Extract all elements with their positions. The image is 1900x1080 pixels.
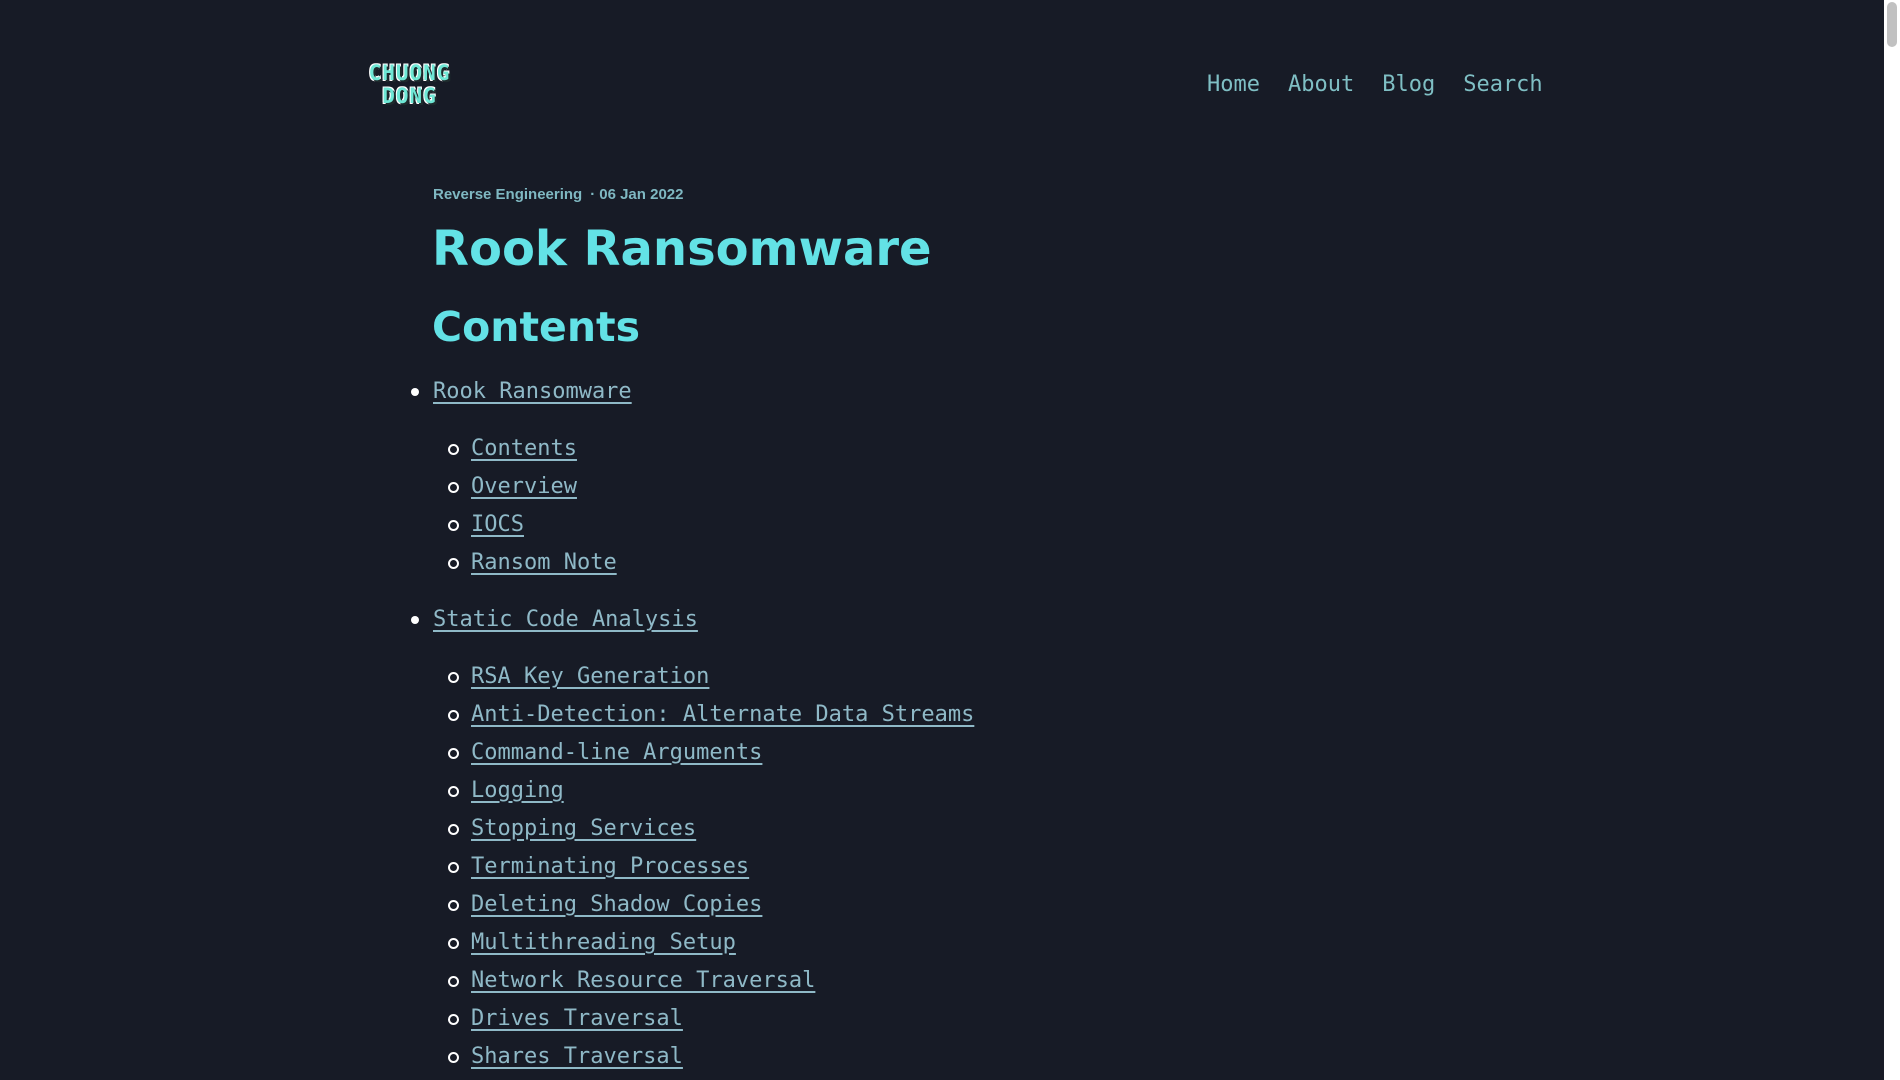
bullet-circle — [448, 824, 459, 835]
vertical-scrollbar[interactable] — [1884, 0, 1900, 1080]
toc-subsection-item: Logging — [448, 777, 564, 805]
meta-separator: · — [590, 186, 596, 203]
post-date: 06 Jan 2022 — [599, 186, 684, 203]
toc-link-drives-traversal[interactable]: Drives Traversal — [471, 1006, 683, 1031]
toc-link-logging[interactable]: Logging — [471, 778, 564, 803]
bullet-circle — [448, 938, 459, 949]
toc-subsection-item: Stopping Services — [448, 815, 696, 843]
toc-link-rsa-key-generation[interactable]: RSA Key Generation — [471, 664, 709, 689]
toc-subsection-item: Command-line Arguments — [448, 739, 762, 767]
bullet-circle — [448, 1014, 459, 1025]
post-meta: Reverse Engineering · 06 Jan 2022 — [433, 186, 683, 204]
toc-link-network-resource-traversal[interactable]: Network Resource Traversal — [471, 968, 815, 993]
bullet-circle — [448, 786, 459, 797]
bullet-circle — [448, 444, 459, 455]
toc-subsection-item: Shares Traversal — [448, 1043, 683, 1071]
toc-section-item: Static Code Analysis — [411, 606, 698, 634]
toc-subsection-item: IOCS — [448, 511, 524, 539]
toc-link-contents[interactable]: Contents — [471, 436, 577, 461]
bullet-circle — [448, 558, 459, 569]
bullet-circle — [448, 520, 459, 531]
nav-search-link[interactable]: Search — [1463, 71, 1542, 99]
bullet-circle — [448, 862, 459, 873]
post-title: Rook Ransomware — [432, 221, 932, 277]
nav-about-link[interactable]: About — [1288, 71, 1354, 99]
logo-line-1: CHUONG — [368, 61, 451, 85]
toc-subsection-item: RSA Key Generation — [448, 663, 709, 691]
toc-subsection-item: Ransom Note — [448, 549, 617, 577]
toc-link-terminating-processes[interactable]: Terminating Processes — [471, 854, 749, 879]
main-nav: Home About Blog Search — [1207, 71, 1543, 99]
site-logo[interactable]: CHUONG DONG — [351, 62, 468, 110]
scrollbar-thumb[interactable] — [1887, 2, 1897, 47]
toc-subsection-item: Drives Traversal — [448, 1005, 683, 1033]
contents-heading: Contents — [432, 303, 641, 351]
toc-link-static-code-analysis[interactable]: Static Code Analysis — [433, 607, 698, 632]
toc-subsection-item: Terminating Processes — [448, 853, 749, 881]
bullet-disc — [411, 388, 419, 396]
toc-link-multithreading-setup[interactable]: Multithreading Setup — [471, 930, 736, 955]
bullet-circle — [448, 482, 459, 493]
toc-subsection-item: Deleting Shadow Copies — [448, 891, 762, 919]
toc-section-item: Rook Ransomware — [411, 378, 632, 406]
toc-link-stopping-services[interactable]: Stopping Services — [471, 816, 696, 841]
bullet-disc — [411, 616, 419, 624]
toc-subsection-item: Overview — [448, 473, 577, 501]
bullet-circle — [448, 748, 459, 759]
bullet-circle — [448, 672, 459, 683]
post-category[interactable]: Reverse Engineering — [433, 186, 582, 203]
bullet-circle — [448, 976, 459, 987]
toc-link-overview[interactable]: Overview — [471, 474, 577, 499]
toc-link-command-line-arguments[interactable]: Command-line Arguments — [471, 740, 762, 765]
bullet-circle — [448, 1052, 459, 1063]
bullet-circle — [448, 710, 459, 721]
nav-home-link[interactable]: Home — [1207, 71, 1260, 99]
nav-blog-link[interactable]: Blog — [1382, 71, 1435, 99]
toc-link-ransom-note[interactable]: Ransom Note — [471, 550, 617, 575]
toc-subsection-item: Network Resource Traversal — [448, 967, 815, 995]
toc-subsection-item: Multithreading Setup — [448, 929, 736, 957]
toc-link-deleting-shadow-copies[interactable]: Deleting Shadow Copies — [471, 892, 762, 917]
toc-link-iocs[interactable]: IOCS — [471, 512, 524, 537]
toc-subsection-item: Contents — [448, 435, 577, 463]
logo-line-2: DONG — [382, 84, 437, 108]
toc-link-rook-ransomware[interactable]: Rook Ransomware — [433, 379, 632, 404]
toc-link-alternate-data-streams[interactable]: Anti-Detection: Alternate Data Streams — [471, 702, 974, 727]
bullet-circle — [448, 900, 459, 911]
toc-link-shares-traversal[interactable]: Shares Traversal — [471, 1044, 683, 1069]
toc-subsection-item: Anti-Detection: Alternate Data Streams — [448, 701, 974, 729]
